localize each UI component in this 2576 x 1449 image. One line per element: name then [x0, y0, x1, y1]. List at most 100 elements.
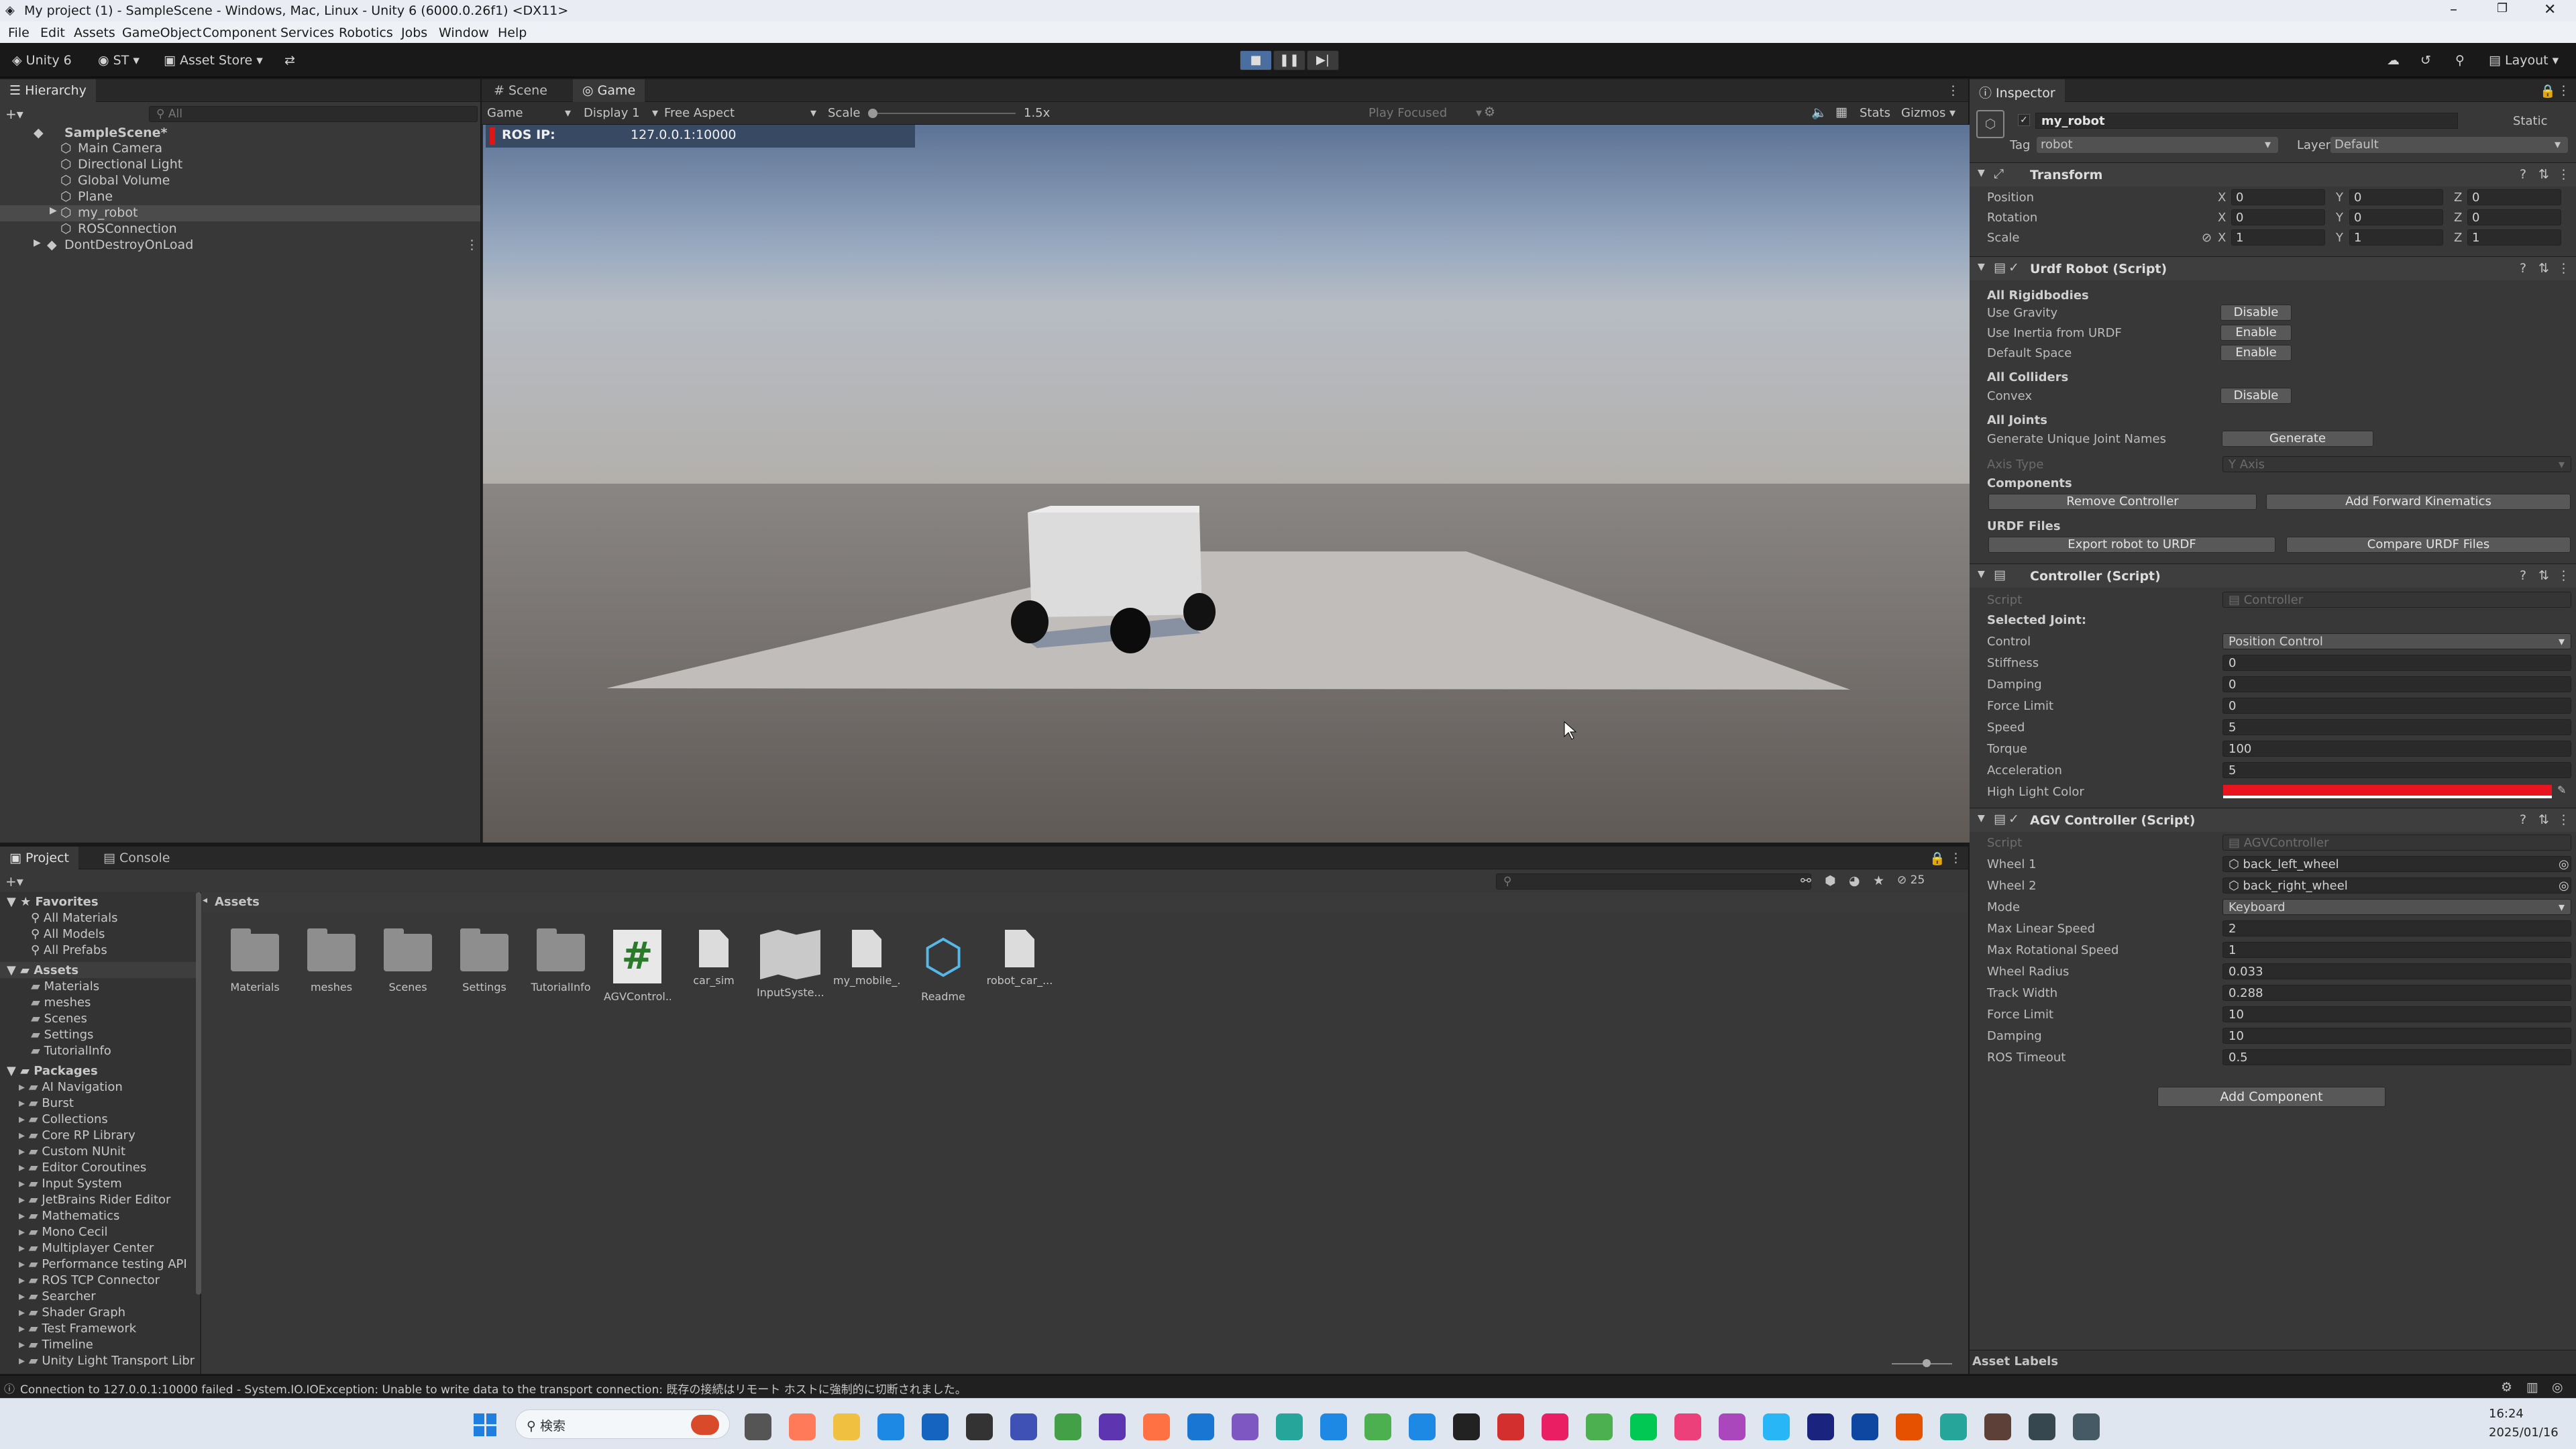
urdf-robot-header[interactable]: ▼ ▤ ✓ Urdf Robot (Script)? ⇅ ⋮	[1970, 256, 2576, 280]
account-dropdown[interactable]: ◉ ST ▾	[91, 51, 146, 71]
favorite-item[interactable]: ⚲ All Models	[31, 927, 105, 941]
help-icon[interactable]: ?	[2520, 167, 2526, 182]
filter-icon[interactable]: ◕	[1849, 873, 1860, 888]
object-picker-icon[interactable]: ◎	[2559, 857, 2569, 871]
packages-header[interactable]: ▼ ▰ Packages	[7, 1064, 98, 1078]
taskbar-app-icon[interactable]	[1851, 1413, 1878, 1440]
preset-icon[interactable]: ⇅	[2538, 167, 2549, 182]
package-item[interactable]: ▸ ▰ ROS TCP Connector	[19, 1273, 160, 1287]
menu-services[interactable]: Services	[280, 25, 334, 40]
scale-slider[interactable]	[868, 109, 1016, 118]
controller-field-value[interactable]: 0	[2222, 655, 2571, 671]
add-forward-kinematics-button[interactable]: Add Forward Kinematics	[2266, 494, 2571, 510]
taskbar-app-icon[interactable]	[1187, 1413, 1214, 1440]
hierarchy-item-selected[interactable]: ▶ ⬡ my_robot	[0, 205, 480, 221]
version-control-icon[interactable]: ⇄	[278, 51, 302, 71]
package-item[interactable]: ▸ ▰ Custom NUnit	[19, 1144, 125, 1159]
controller-field-value[interactable]: 0	[2222, 676, 2571, 692]
taskbar-app-icon[interactable]	[2073, 1413, 2100, 1440]
menu-jobs[interactable]: Jobs	[401, 25, 427, 40]
add-component-button[interactable]: Add Component	[2157, 1087, 2385, 1107]
agv-field-value[interactable]: 0.288	[2222, 985, 2571, 1001]
status-message[interactable]: Connection to 127.0.0.1:10000 failed - S…	[20, 1380, 967, 1397]
package-item[interactable]: ▸ ▰ AI Navigation	[19, 1080, 123, 1094]
controller-field-value[interactable]: 5	[2222, 762, 2571, 778]
taskbar-app-icon[interactable]	[1719, 1413, 1746, 1440]
taskbar-app-icon[interactable]	[1896, 1413, 1923, 1440]
agv-field-value[interactable]: 1	[2222, 942, 2571, 958]
settings-icon[interactable]: ⚙	[1484, 105, 1495, 119]
preset-icon[interactable]: ⇅	[2538, 261, 2549, 276]
taskbar-app-icon[interactable]	[1497, 1413, 1524, 1440]
tree-scrollbar[interactable]	[196, 892, 201, 1295]
package-item[interactable]: ▸ ▰ Collections	[19, 1112, 108, 1126]
asset-item[interactable]: car_sim	[680, 930, 747, 987]
hierarchy-item[interactable]: ⬡ Plane	[0, 189, 480, 205]
tab-console[interactable]: ▤ Console	[94, 847, 179, 869]
highlight-color-swatch[interactable]	[2223, 785, 2552, 798]
package-item[interactable]: ▸ ▰ Searcher	[19, 1289, 96, 1303]
taskbar-app-icon[interactable]	[1940, 1413, 1967, 1440]
package-item[interactable]: ▸ ▰ Input System	[19, 1177, 122, 1191]
transform-header[interactable]: ▼ ⤢ Transform? ⇅ ⋮	[1970, 162, 2576, 186]
tab-game[interactable]: ◎ Game	[573, 79, 645, 102]
taskbar-app-icon[interactable]	[1542, 1413, 1568, 1440]
asset-item[interactable]: my_mobile_...	[833, 930, 900, 987]
hierarchy-item[interactable]: ⬡ Directional Light	[0, 157, 480, 173]
agv-field-value[interactable]: 2	[2222, 920, 2571, 936]
mute-audio-icon[interactable]: 🔈	[1811, 105, 1827, 120]
gizmos-button[interactable]: Gizmos ▾	[1901, 106, 1955, 120]
help-icon[interactable]: ?	[2520, 568, 2526, 583]
hierarchy-item[interactable]: ⬡ Main Camera	[0, 141, 480, 157]
rotation-y-field[interactable]: 0	[2349, 209, 2443, 225]
controller-field-value[interactable]: 100	[2222, 741, 2571, 757]
taskbar-app-icon[interactable]	[1099, 1413, 1126, 1440]
asset-item[interactable]: ⬡ Readme	[910, 930, 977, 1003]
taskbar-app-icon[interactable]	[1674, 1413, 1701, 1440]
active-checkbox[interactable]: ✓	[2018, 114, 2030, 126]
menu-edit[interactable]: Edit	[40, 25, 65, 40]
minimize-icon[interactable]: –	[2450, 1, 2457, 18]
position-x-field[interactable]: 0	[2231, 189, 2325, 205]
help-icon[interactable]: ?	[2520, 812, 2526, 827]
wheel-object-field[interactable]: ⬡ back_left_wheel ◎	[2222, 856, 2571, 872]
package-item[interactable]: ▸ ▰ Performance testing API	[19, 1257, 187, 1271]
clock-date[interactable]: 2025/01/16	[2489, 1426, 2559, 1440]
aspect-dropdown[interactable]: Free Aspect ▾	[664, 106, 818, 120]
more-icon[interactable]: ⋮	[1947, 83, 1960, 98]
axis-type-dropdown[interactable]: Y Axis ▾	[2222, 456, 2571, 472]
tab-inspector[interactable]: ⓘ Inspector	[1970, 79, 2065, 102]
more-icon[interactable]: ⋮	[2557, 83, 2570, 98]
asset-item[interactable]: Scenes	[374, 928, 441, 994]
compare-urdf-button[interactable]: Compare URDF Files	[2286, 537, 2571, 553]
agv-field-value[interactable]: 0.5	[2222, 1049, 2571, 1065]
menu-robotics[interactable]: Robotics	[339, 25, 393, 40]
hierarchy-search-input[interactable]: ⚲ All	[149, 106, 478, 122]
layer-dropdown[interactable]: Default ▾	[2330, 137, 2568, 153]
taskbar-app-icon[interactable]	[1453, 1413, 1480, 1440]
hierarchy-item[interactable]: ⬡ Global Volume	[0, 173, 480, 189]
enabled-checkbox[interactable]: ✓	[2008, 260, 2019, 275]
taskbar-app-icon[interactable]	[966, 1413, 993, 1440]
eyedropper-icon[interactable]: ✎	[2557, 784, 2566, 796]
tree-folder-item[interactable]: ▰ Materials	[31, 979, 99, 994]
wheel-object-field[interactable]: ⬡ back_right_wheel ◎	[2222, 877, 2571, 894]
agv-controller-header[interactable]: ▼ ▤ ✓ AGV Controller (Script)? ⇅ ⋮	[1970, 808, 2576, 832]
enabled-checkbox[interactable]: ✓	[2008, 812, 2019, 826]
search-by-type-icon[interactable]: ⚯	[1801, 873, 1811, 888]
taskbar-app-icon[interactable]	[1409, 1413, 1436, 1440]
asset-item[interactable]: # AGVControl...	[604, 930, 671, 1003]
mode-dropdown[interactable]: Keyboard ▾	[2222, 899, 2571, 915]
help-icon[interactable]: ?	[2520, 261, 2526, 276]
auto-refresh-icon[interactable]: ◎	[2552, 1380, 2563, 1395]
favorite-item[interactable]: ⚲ All Prefabs	[31, 943, 107, 957]
taskbar-app-icon[interactable]	[1055, 1413, 1081, 1440]
taskbar-app-icon[interactable]	[877, 1413, 904, 1440]
breadcrumb[interactable]: Assets	[215, 895, 260, 909]
use-gravity-button[interactable]: Disable	[2220, 305, 2292, 321]
menu-window[interactable]: Window	[439, 25, 489, 40]
preset-icon[interactable]: ⇅	[2538, 812, 2549, 827]
more-icon[interactable]: ⋮	[2557, 261, 2570, 276]
scale-z-field[interactable]: 1	[2467, 229, 2561, 246]
favorites-star-icon[interactable]: ★	[1873, 873, 1884, 888]
